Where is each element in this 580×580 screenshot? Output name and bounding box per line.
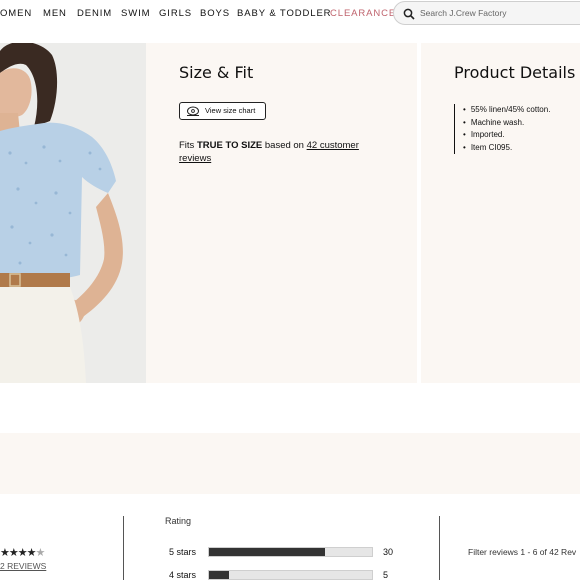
search-placeholder: Search J.Crew Factory <box>420 8 507 18</box>
size-fit-title: Size & Fit <box>179 63 254 82</box>
nav-item-men[interactable]: MEN <box>43 8 67 19</box>
product-details-panel: Product Details 55% linen/45% cotton. Ma… <box>421 43 580 383</box>
rating-bar-track <box>208 570 373 580</box>
star-icons: ★★★★ <box>0 547 36 559</box>
partial-star-icon: ★ <box>35 547 45 559</box>
rating-bar-fill <box>209 548 325 556</box>
rating-row-4-stars[interactable]: 4 stars 5 <box>169 569 399 580</box>
filter-reviews-text: Filter reviews 1 - 6 of 42 Rev <box>468 547 577 557</box>
rating-bar-track <box>208 547 373 557</box>
fits-prefix: Fits <box>179 140 197 151</box>
model-photo-illustration <box>0 43 146 383</box>
fit-summary: Fits TRUE TO SIZE based on 42 customer <box>179 140 359 151</box>
promo-band <box>0 433 580 494</box>
detail-item: Imported. <box>463 129 550 142</box>
nav-item-women[interactable]: OMEN <box>0 8 32 19</box>
detail-item: Machine wash. <box>463 117 550 130</box>
nav-item-baby-toddler[interactable]: BABY & TODDLER <box>237 8 331 19</box>
section-divider <box>123 516 124 580</box>
detail-item: Item CI095. <box>463 142 550 155</box>
fits-middle: based on <box>262 140 307 151</box>
top-navigation: OMEN MEN DENIM SWIM GIRLS BOYS BABY & TO… <box>0 0 580 28</box>
rating-bar-fill <box>209 571 229 579</box>
nav-item-swim[interactable]: SWIM <box>121 8 150 19</box>
rating-row-5-stars[interactable]: 5 stars 30 <box>169 546 399 560</box>
product-details-title: Product Details <box>454 63 576 82</box>
view-size-chart-label: View size chart <box>205 106 256 115</box>
nav-item-boys[interactable]: BOYS <box>200 8 230 19</box>
nav-item-clearance[interactable]: CLEARANCE <box>330 8 396 19</box>
rating-heading: Rating <box>165 516 192 526</box>
rating-row-count: 30 <box>383 547 394 557</box>
rating-row-label: 5 stars <box>169 547 197 557</box>
rating-row-label: 4 stars <box>169 570 197 580</box>
fit-rating: TRUE TO SIZE <box>196 140 263 151</box>
search-input[interactable]: Search J.Crew Factory <box>393 1 580 25</box>
detail-item: 55% linen/45% cotton. <box>463 104 551 117</box>
section-divider <box>439 516 440 580</box>
product-details-list: 55% linen/45% cotton. Machine wash. Impo… <box>454 104 550 154</box>
search-icon <box>403 8 415 20</box>
star-rating: ★★★★★ <box>0 546 45 559</box>
customer-reviews-link[interactable]: 42 customer <box>307 140 359 151</box>
reviews-count-link[interactable]: 2 REVIEWS <box>0 561 46 571</box>
nav-item-denim[interactable]: DENIM <box>77 8 112 19</box>
view-size-chart-button[interactable]: View size chart <box>179 102 266 120</box>
product-image <box>0 43 146 383</box>
customer-reviews-link-continued[interactable]: reviews <box>179 153 211 164</box>
size-fit-panel: Size & Fit View size chart Fits TRUE TO … <box>146 43 417 383</box>
tape-measure-icon <box>187 106 199 116</box>
nav-item-girls[interactable]: GIRLS <box>159 8 192 19</box>
rating-row-count: 5 <box>383 570 389 580</box>
